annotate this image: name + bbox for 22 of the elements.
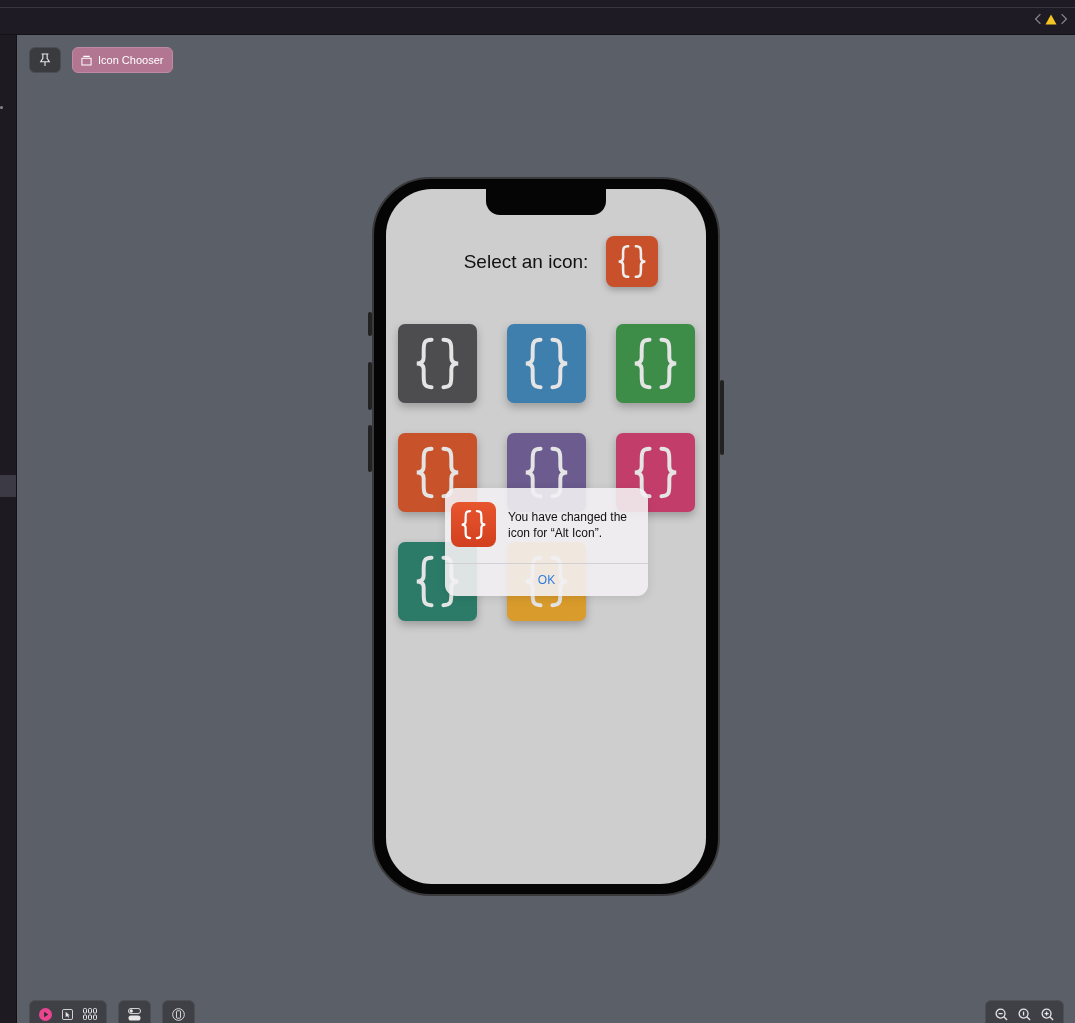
- zoom-out-icon[interactable]: [995, 1007, 1008, 1021]
- app-icon-option[interactable]: [615, 324, 695, 403]
- play-icon[interactable]: [39, 1007, 52, 1021]
- app-icon-option[interactable]: [506, 324, 586, 403]
- pin-icon: [39, 53, 51, 67]
- app-icon-option[interactable]: [397, 324, 477, 403]
- zoom-in-icon[interactable]: [1041, 1007, 1054, 1021]
- zoom-actual-icon[interactable]: [1018, 1007, 1031, 1021]
- grid-icon[interactable]: [83, 1008, 97, 1020]
- device-icon[interactable]: [172, 1007, 185, 1021]
- forward-icon[interactable]: [1060, 13, 1068, 25]
- select-icon[interactable]: [62, 1008, 73, 1020]
- scheme-button[interactable]: Icon Chooser: [72, 47, 174, 73]
- prompt-label: Select an icon:: [463, 250, 589, 273]
- warning-icon[interactable]: [1045, 13, 1057, 25]
- ok-button[interactable]: OK: [445, 563, 648, 596]
- app-icon: [81, 54, 92, 66]
- alert-message: You have changed the icon for “Alt Icon”.: [508, 508, 628, 541]
- app-icon: [451, 502, 496, 547]
- back-icon[interactable]: [1034, 13, 1042, 25]
- pin-button[interactable]: [29, 47, 61, 73]
- toggle-icon[interactable]: [128, 1007, 141, 1021]
